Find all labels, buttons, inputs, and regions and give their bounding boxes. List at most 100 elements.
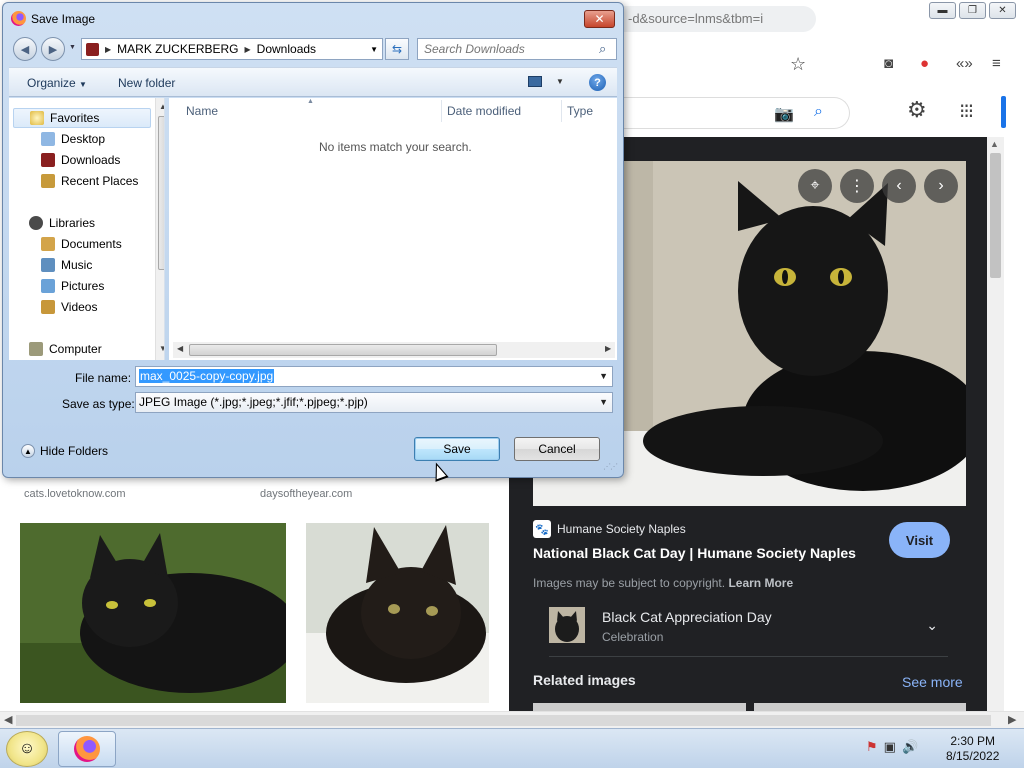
back-button[interactable]: ◀	[13, 37, 37, 61]
action-center-flag-icon[interactable]: ⚑	[866, 739, 878, 755]
nav-computer[interactable]: Computer	[29, 339, 102, 359]
address-breadcrumb[interactable]: ▶ MARK ZUCKERBERG ▶ Downloads ▼	[81, 38, 383, 60]
scroll-left-arrow-icon[interactable]: ◀	[177, 344, 183, 353]
knowledge-panel-row[interactable]: Black Cat Appreciation Day Celebration ⌄	[549, 603, 948, 657]
view-dropdown-icon[interactable]: ▼	[556, 77, 564, 86]
result-domain[interactable]: cats.lovetoknow.com	[24, 488, 126, 500]
column-date-modified[interactable]: Date modified	[447, 104, 521, 118]
taskbar-firefox[interactable]	[58, 731, 116, 767]
image-source[interactable]: 🐾 Humane Society Naples	[533, 520, 686, 538]
view-options-icon[interactable]	[528, 76, 542, 87]
copyright-notice: Images may be subject to copyright. Lear…	[533, 576, 793, 590]
resize-grip-icon[interactable]: ⋰⋰	[603, 462, 618, 471]
column-divider[interactable]	[561, 100, 562, 122]
lens-search-icon[interactable]: ⌖	[798, 169, 832, 203]
refresh-button[interactable]: ⇆	[385, 38, 409, 60]
nav-music[interactable]: Music	[41, 255, 92, 275]
settings-gear-icon[interactable]: ⚙	[907, 97, 927, 123]
search-input[interactable]	[417, 38, 617, 60]
scroll-right-arrow-icon[interactable]: ▶	[605, 344, 611, 353]
dialog-close-button[interactable]: ✕	[584, 10, 615, 28]
recent-locations-dropdown[interactable]: ▼	[69, 44, 76, 51]
network-icon[interactable]: ▣	[884, 739, 896, 755]
help-icon[interactable]: ?	[589, 74, 606, 91]
more-options-icon[interactable]: ⋮	[840, 169, 874, 203]
result-domain[interactable]: daysoftheyear.com	[260, 488, 352, 500]
chevron-down-icon[interactable]: ⌄	[926, 617, 938, 634]
start-button[interactable]: ☺	[6, 731, 48, 767]
chevron-down-icon: ▼	[79, 80, 87, 89]
save-as-type-select[interactable]: JPEG Image (*.jpg;*.jpeg;*.jfif;*.pjpeg;…	[135, 392, 613, 413]
nav-documents[interactable]: Documents	[41, 234, 122, 254]
page-horizontal-scrollbar[interactable]: ◀ ▶	[0, 711, 1024, 728]
column-type[interactable]: Type	[567, 104, 593, 118]
chevron-down-icon[interactable]: ▼	[599, 367, 608, 386]
image-title-link[interactable]: National Black Cat Day | Humane Society …	[533, 545, 856, 561]
extension-icon[interactable]: ●	[920, 55, 929, 72]
hide-folders-toggle[interactable]: ▲ Hide Folders	[21, 444, 108, 458]
page-vertical-scrollbar[interactable]: ▲	[987, 137, 1004, 711]
volume-icon[interactable]: 🔊	[902, 739, 918, 755]
nav-label: Desktop	[61, 132, 106, 146]
file-list-horizontal-scrollbar[interactable]: ◀ ▶	[173, 342, 615, 358]
scroll-thumb[interactable]	[16, 715, 991, 726]
chevron-down-icon[interactable]: ▼	[370, 45, 378, 54]
visit-button[interactable]: Visit	[889, 522, 950, 558]
bookmark-star-icon[interactable]: ☆	[790, 54, 806, 75]
scroll-up-arrow-icon[interactable]: ▲	[159, 102, 164, 111]
nav-label: Pictures	[61, 279, 105, 293]
related-thumbnails[interactable]	[533, 703, 966, 711]
nav-downloads[interactable]: Downloads	[41, 150, 120, 170]
pocket-icon[interactable]: ◙	[884, 55, 893, 72]
breadcrumb-separator-icon[interactable]: ▶	[105, 45, 111, 54]
apps-grid-icon[interactable]: ⁝⁝⁝	[959, 99, 974, 124]
related-thumb[interactable]	[753, 703, 966, 711]
organize-menu[interactable]: Organize ▼	[27, 76, 87, 90]
next-image-icon[interactable]: ›	[924, 169, 958, 203]
see-more-link[interactable]: See more	[902, 674, 963, 690]
scroll-thumb[interactable]	[189, 344, 497, 356]
result-image-black-cat-grass[interactable]	[20, 523, 286, 703]
forward-button[interactable]: ▶	[41, 37, 65, 61]
breadcrumb-downloads[interactable]: Downloads	[257, 42, 316, 56]
learn-more-link[interactable]: Learn More	[728, 576, 793, 590]
scroll-thumb[interactable]	[158, 116, 164, 270]
scroll-up-arrow-icon[interactable]: ▲	[990, 139, 999, 149]
nav-pane-scrollbar[interactable]: ▲ ▼	[155, 98, 164, 360]
google-search-box[interactable]: 📷 ⌕	[600, 97, 850, 129]
save-button[interactable]: Save	[414, 437, 500, 461]
new-folder-button[interactable]: New folder	[118, 76, 175, 90]
breadcrumb-user[interactable]: MARK ZUCKERBERG	[117, 42, 238, 56]
search-icon[interactable]: ⌕	[814, 103, 823, 121]
address-bar[interactable]: -d&source=lnms&tbm=i	[600, 6, 816, 32]
close-button[interactable]: ✕	[989, 2, 1016, 19]
cancel-button[interactable]: Cancel	[514, 437, 600, 461]
chevron-down-icon[interactable]: ▼	[599, 393, 608, 412]
maximize-button[interactable]: ❐	[959, 2, 986, 19]
file-name-input[interactable]: max_0025-copy-copy.jpg ▼	[135, 366, 613, 387]
menu-icon[interactable]: ≡	[992, 55, 1001, 72]
nav-desktop[interactable]: Desktop	[41, 129, 105, 149]
extensions-icon[interactable]: «»	[956, 55, 973, 72]
breadcrumb-separator-icon[interactable]: ▶	[245, 45, 251, 54]
nav-recent-places[interactable]: Recent Places	[41, 171, 138, 191]
camera-icon[interactable]: 📷	[774, 104, 794, 124]
nav-favorites[interactable]: Favorites	[13, 108, 151, 128]
column-divider[interactable]	[441, 100, 442, 122]
scroll-right-arrow-icon[interactable]: ▶	[1008, 713, 1016, 726]
related-thumb[interactable]	[533, 703, 746, 711]
nav-videos[interactable]: Videos	[41, 297, 97, 317]
empty-folder-message: No items match your search.	[319, 140, 472, 154]
scroll-down-arrow-icon[interactable]: ▼	[159, 344, 164, 353]
sign-in-button-edge[interactable]	[1001, 96, 1006, 128]
minimize-button[interactable]: ▬	[929, 2, 956, 19]
nav-libraries[interactable]: Libraries	[29, 213, 95, 233]
nav-pictures[interactable]: Pictures	[41, 276, 104, 296]
result-image-black-cat-blanket[interactable]	[306, 523, 489, 703]
scroll-left-arrow-icon[interactable]: ◀	[4, 713, 12, 726]
system-clock[interactable]: 2:30 PM 8/15/2022	[946, 734, 999, 764]
column-name[interactable]: Name	[186, 104, 218, 118]
previous-image-icon[interactable]: ‹	[882, 169, 916, 203]
system-tray: ⚑ ▣ 🔊	[866, 739, 918, 755]
scroll-thumb[interactable]	[990, 153, 1001, 278]
